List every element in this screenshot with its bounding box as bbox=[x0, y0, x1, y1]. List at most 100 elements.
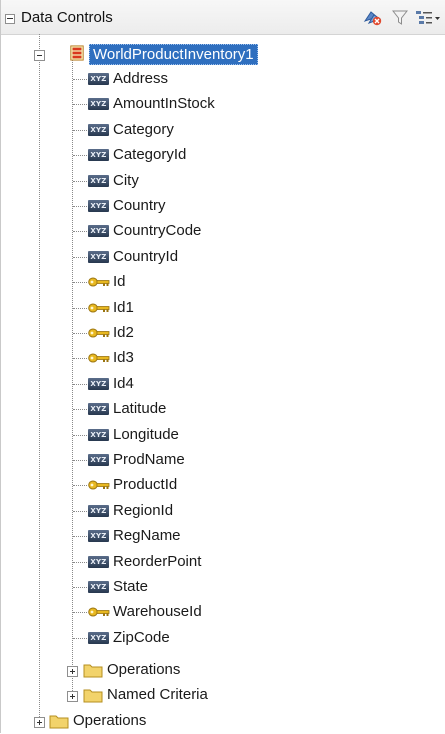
tree-connector-line bbox=[73, 130, 87, 131]
tree-item-label: CountryId bbox=[113, 248, 179, 265]
tree-connector-line bbox=[73, 257, 87, 258]
view-menu-icon[interactable] bbox=[415, 9, 441, 27]
tree-item-label: ProdName bbox=[113, 451, 185, 468]
tree-item-label: Id3 bbox=[113, 349, 134, 366]
tree-item-label: Longitude bbox=[113, 426, 179, 443]
attribute-icon: XYZ bbox=[88, 225, 109, 237]
tree-row-root[interactable]: WorldProductInventory1 bbox=[1, 42, 445, 67]
attribute-icon: XYZ bbox=[88, 505, 109, 517]
tree-connector-line bbox=[73, 485, 87, 486]
tree-item-label: Id bbox=[113, 273, 126, 290]
tree-item-label: Address bbox=[113, 70, 169, 87]
tree-row-attribute[interactable]: XYZ RegionId bbox=[1, 499, 445, 524]
tree-row-attribute[interactable]: XYZ Address bbox=[1, 67, 445, 92]
tree-item-label: RegName bbox=[113, 527, 181, 544]
tree-row-attribute[interactable]: XYZ Id4 bbox=[1, 372, 445, 397]
tree-item-label: Operations bbox=[107, 661, 181, 678]
tree-row-attribute[interactable]: WarehouseId bbox=[1, 600, 445, 625]
tree-row-attribute[interactable]: XYZ Country bbox=[1, 194, 445, 219]
tree-row-attribute[interactable]: XYZ CountryId bbox=[1, 245, 445, 270]
tree-row-attribute[interactable]: XYZ ProdName bbox=[1, 448, 445, 473]
expand-toggle[interactable] bbox=[34, 717, 45, 728]
refresh-icon[interactable] bbox=[363, 9, 383, 27]
folder-icon bbox=[83, 664, 103, 678]
tree-connector-line bbox=[73, 587, 87, 588]
tree-item-label: Id2 bbox=[113, 324, 134, 341]
tree-row-named-criteria[interactable]: Named Criteria bbox=[1, 683, 445, 708]
tree-row-attribute[interactable]: XYZ Longitude bbox=[1, 423, 445, 448]
collapse-toggle[interactable] bbox=[34, 50, 45, 61]
key-icon bbox=[88, 607, 110, 617]
data-controls-panel: Data Controls WorldProductInventory1 XYZ… bbox=[0, 0, 445, 733]
attribute-icon: XYZ bbox=[88, 73, 109, 85]
tree-row-attribute[interactable]: Id2 bbox=[1, 321, 445, 346]
attribute-icon: XYZ bbox=[88, 251, 109, 263]
tree-row-attribute[interactable]: XYZ RegName bbox=[1, 524, 445, 549]
tree-connector-line bbox=[73, 155, 87, 156]
tree-connector-line bbox=[73, 333, 87, 334]
tree-item-label: AmountInStock bbox=[113, 95, 215, 112]
attribute-icon: XYZ bbox=[88, 556, 109, 568]
tree-connector-line bbox=[73, 562, 87, 563]
tree-item-label: RegionId bbox=[113, 502, 174, 519]
tree-connector-line bbox=[73, 536, 87, 537]
tree-row-top-operations[interactable]: Operations bbox=[1, 709, 445, 734]
panel-header: Data Controls bbox=[1, 0, 445, 35]
attribute-icon: XYZ bbox=[88, 124, 109, 136]
tree-row-attribute[interactable]: XYZ CategoryId bbox=[1, 143, 445, 168]
tree-row-attribute[interactable]: XYZ Latitude bbox=[1, 397, 445, 422]
key-icon bbox=[88, 303, 110, 313]
tree-connector-line bbox=[73, 511, 87, 512]
tree-row-attribute[interactable]: Id bbox=[1, 270, 445, 295]
attribute-icon: XYZ bbox=[88, 403, 109, 415]
tree-item-label: WorldProductInventory1 bbox=[89, 44, 258, 65]
tree-row-attribute[interactable]: Id3 bbox=[1, 346, 445, 371]
tree-item-label: ProductId bbox=[113, 476, 178, 493]
tree-row-attribute[interactable]: XYZ Category bbox=[1, 118, 445, 143]
tree-item-label: Id1 bbox=[113, 299, 134, 316]
attribute-icon: XYZ bbox=[88, 378, 109, 390]
tree-item-label: WarehouseId bbox=[113, 603, 202, 620]
tree-connector-line bbox=[73, 358, 87, 359]
attribute-icon: XYZ bbox=[88, 632, 109, 644]
tree-row-attribute[interactable]: XYZ AmountInStock bbox=[1, 92, 445, 117]
folder-icon bbox=[83, 689, 103, 703]
key-icon bbox=[88, 480, 110, 490]
panel-title: Data Controls bbox=[21, 9, 113, 26]
tree-connector-line bbox=[73, 384, 87, 385]
tree-item-label: Country bbox=[113, 197, 166, 214]
expand-toggle[interactable] bbox=[67, 691, 78, 702]
expand-toggle[interactable] bbox=[67, 666, 78, 677]
tree-connector-line bbox=[73, 638, 87, 639]
tree-item-label: ReorderPoint bbox=[113, 553, 202, 570]
tree-item-label: Id4 bbox=[113, 375, 134, 392]
tree-connector-line bbox=[73, 612, 87, 613]
tree-connector-line bbox=[73, 308, 87, 309]
tree-row-attribute[interactable]: XYZ City bbox=[1, 169, 445, 194]
tree-item-label: Latitude bbox=[113, 400, 167, 417]
tree-row-attribute[interactable]: XYZ ZipCode bbox=[1, 626, 445, 651]
tree-item-label: Category bbox=[113, 121, 174, 138]
tree-row-attribute[interactable]: Id1 bbox=[1, 296, 445, 321]
folder-icon bbox=[49, 715, 69, 729]
tree-connector-line bbox=[73, 206, 87, 207]
tree-row-attribute[interactable]: XYZ CountryCode bbox=[1, 219, 445, 244]
tree-item-label: ZipCode bbox=[113, 629, 170, 646]
tree-row-operations[interactable]: Operations bbox=[1, 658, 445, 683]
attribute-icon: XYZ bbox=[88, 530, 109, 542]
attribute-icon: XYZ bbox=[88, 175, 109, 187]
attribute-icon: XYZ bbox=[88, 454, 109, 466]
attribute-icon: XYZ bbox=[88, 581, 109, 593]
tree-row-attribute[interactable]: XYZ ReorderPoint bbox=[1, 550, 445, 575]
tree-item-label: CountryCode bbox=[113, 222, 202, 239]
filter-icon[interactable] bbox=[392, 9, 408, 27]
tree-connector-line bbox=[73, 231, 87, 232]
collapse-panel-icon[interactable] bbox=[5, 14, 15, 24]
tree-connector-line bbox=[73, 282, 87, 283]
attribute-icon: XYZ bbox=[88, 429, 109, 441]
tree-row-attribute[interactable]: XYZ State bbox=[1, 575, 445, 600]
tree-connector-line bbox=[73, 79, 87, 80]
tree-row-attribute[interactable]: ProductId bbox=[1, 473, 445, 498]
collection-icon bbox=[70, 45, 84, 61]
key-icon bbox=[88, 277, 110, 287]
